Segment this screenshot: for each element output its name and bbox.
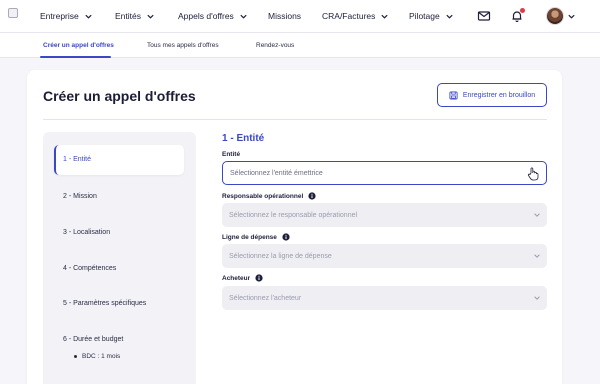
- save-draft-button[interactable]: Enregistrer en brouillon: [437, 83, 547, 107]
- step-parametres-specifiques[interactable]: 5 - Paramètres spécifiques: [63, 300, 146, 307]
- nav-missions[interactable]: Missions: [268, 11, 301, 21]
- bullet-icon: [74, 355, 77, 358]
- chevron-down-icon: [534, 213, 540, 217]
- nav-pilotage[interactable]: Pilotage: [409, 11, 454, 21]
- step-entite[interactable]: 1 - Entité: [54, 145, 184, 175]
- chevron-down-icon: [240, 14, 247, 19]
- nav-appels-offres-label: Appels d'offres: [178, 11, 234, 21]
- page-title: Créer un appel d'offres: [43, 88, 196, 104]
- logo-image[interactable]: [8, 8, 18, 18]
- substep-bdc-label: BDC : 1 mois: [82, 353, 121, 360]
- field-label-acheteur: Acheteur: [222, 274, 263, 282]
- nav-cra-factures[interactable]: CRA/Factures: [322, 11, 389, 21]
- nav-appels-offres[interactable]: Appels d'offres: [178, 11, 248, 21]
- step-localisation[interactable]: 3 - Localisation: [63, 229, 110, 236]
- nav-entreprise[interactable]: Entreprise: [40, 11, 93, 21]
- nav-missions-label: Missions: [268, 11, 302, 21]
- ligne-depense-select[interactable]: Sélectionnez la ligne de dépense: [222, 244, 547, 268]
- sub-navbar: Créer un appel d'offres Tous mes appels …: [0, 33, 600, 58]
- chevron-down-icon: [534, 296, 540, 300]
- section-title: 1 - Entité: [222, 133, 265, 144]
- entite-select-placeholder: Sélectionnez l'entité émettrice: [230, 169, 323, 177]
- active-tab-indicator: [40, 56, 111, 58]
- substep-bdc: BDC : 1 mois: [74, 353, 120, 360]
- nav-entites-label: Entités: [115, 11, 141, 21]
- tab-creer-appel-offres[interactable]: Créer un appel d'offres: [43, 42, 114, 49]
- chevron-down-icon: [381, 14, 388, 19]
- entite-select[interactable]: Sélectionnez l'entité émettrice: [222, 161, 547, 185]
- nav-entites[interactable]: Entités: [115, 11, 155, 21]
- step-duree-budget[interactable]: 6 - Durée et budget: [63, 336, 123, 343]
- responsable-select[interactable]: Sélectionnez le responsable opérationnel: [222, 203, 547, 227]
- chevron-down-icon: [446, 14, 453, 19]
- mail-icon[interactable]: [477, 9, 491, 23]
- tab-rendez-vous[interactable]: Rendez-vous: [256, 42, 294, 49]
- field-label-ligne-depense-text: Ligne de dépense: [222, 233, 277, 241]
- chevron-down-icon: [534, 254, 540, 258]
- save-icon: [449, 90, 458, 100]
- step-entite-label: 1 - Entité: [63, 156, 92, 163]
- tab-tous-appels-offres[interactable]: Tous mes appels d'offres: [147, 42, 219, 49]
- save-draft-label: Enregistrer en brouillon: [462, 91, 536, 99]
- nav-pilotage-label: Pilotage: [409, 11, 440, 21]
- field-label-entite: Entité: [222, 151, 240, 158]
- chevron-down-icon: [85, 14, 92, 19]
- info-icon[interactable]: [282, 233, 290, 241]
- info-icon[interactable]: [308, 192, 316, 200]
- info-icon[interactable]: [255, 274, 263, 282]
- responsable-select-placeholder: Sélectionnez le responsable opérationnel: [229, 211, 358, 219]
- header-divider: [43, 119, 547, 120]
- hand-cursor-icon: [527, 167, 539, 181]
- acheteur-select-placeholder: Sélectionnez l'acheteur: [229, 294, 302, 302]
- nav-cra-factures-label: CRA/Factures: [322, 11, 376, 21]
- top-navbar: Entreprise Entités Appels d'offres Missi…: [0, 0, 600, 33]
- avatar[interactable]: [546, 7, 564, 25]
- field-label-acheteur-text: Acheteur: [222, 274, 251, 282]
- field-label-ligne-depense: Ligne de dépense: [222, 233, 290, 241]
- ligne-depense-select-placeholder: Sélectionnez la ligne de dépense: [229, 252, 332, 260]
- field-label-responsable: Responsable opérationnel: [222, 192, 316, 200]
- nav-entreprise-label: Entreprise: [40, 11, 79, 21]
- field-label-entite-text: Entité: [222, 151, 241, 158]
- field-label-responsable-text: Responsable opérationnel: [222, 192, 304, 200]
- step-competences[interactable]: 4 - Compétences: [63, 265, 116, 272]
- chevron-down-icon: [147, 14, 154, 19]
- step-mission[interactable]: 2 - Mission: [63, 193, 97, 200]
- acheteur-select[interactable]: Sélectionnez l'acheteur: [222, 286, 547, 310]
- chevron-down-icon[interactable]: [567, 12, 576, 21]
- notification-badge: [520, 8, 525, 13]
